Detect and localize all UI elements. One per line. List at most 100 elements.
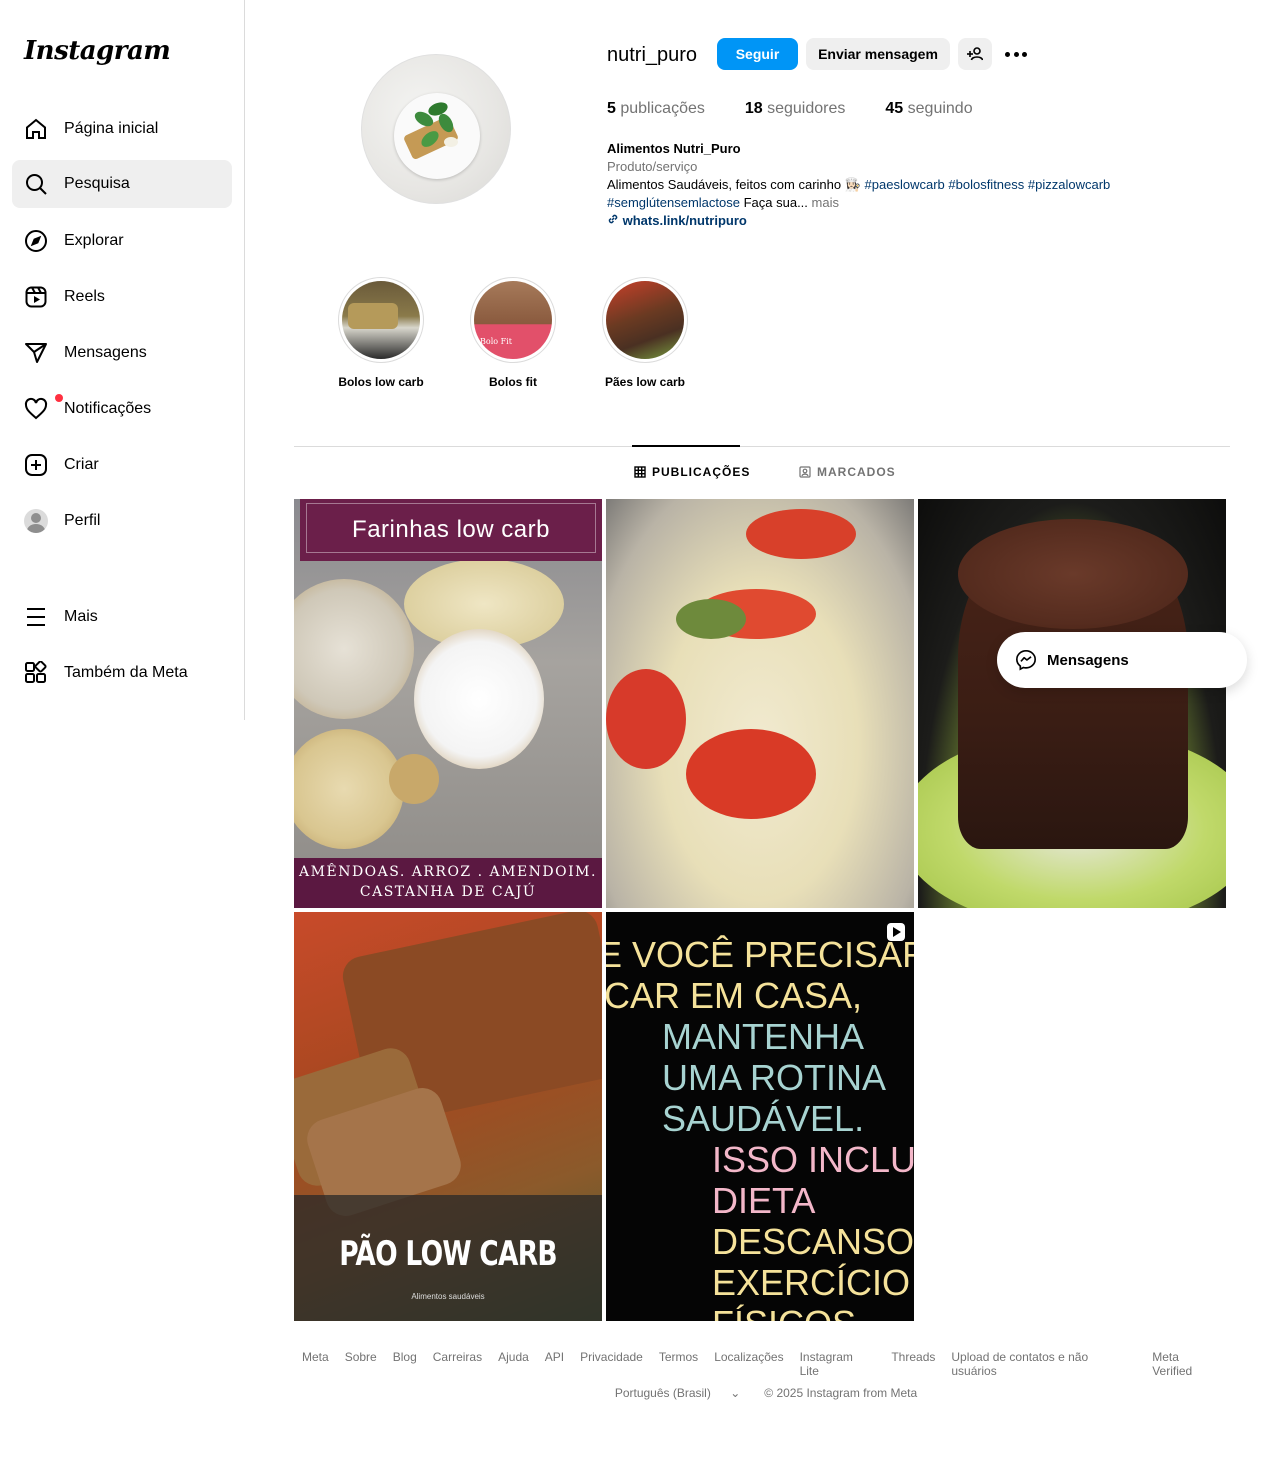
- plus-square-icon: [25, 454, 47, 476]
- sidebar-item-more[interactable]: Mais: [12, 593, 232, 641]
- sidebar-item-label: Perfil: [64, 512, 101, 529]
- sidebar-item-reels[interactable]: Reels: [12, 273, 232, 321]
- tomato-slice: [606, 669, 686, 769]
- messenger-icon: [1016, 650, 1036, 671]
- footer-link[interactable]: Privacidade: [580, 1350, 643, 1378]
- hashtag-link[interactable]: #paeslowcarb: [865, 177, 945, 192]
- add-user-icon: [967, 47, 983, 61]
- followers-stat[interactable]: 18 seguidores: [745, 100, 846, 118]
- grid-icon: [634, 466, 646, 478]
- reel-text-line: UMA ROTINA: [662, 1057, 887, 1098]
- footer-link[interactable]: Threads: [891, 1350, 935, 1378]
- highlight-bolos-fit[interactable]: Bolo Fit Bolos fit: [470, 277, 556, 389]
- sidebar-item-search[interactable]: Pesquisa: [12, 160, 232, 208]
- highlight-label: Pães low carb: [604, 375, 686, 389]
- post-thumbnail-4[interactable]: PÃO LOW CARB Alimentos saudáveis: [294, 912, 602, 1321]
- post-title: PÃO LOW CARB: [339, 1234, 557, 1274]
- bio-category: Produto/serviço: [607, 159, 698, 174]
- search-icon: [26, 174, 47, 195]
- tab-tagged[interactable]: MARCADOS: [799, 465, 896, 479]
- highlight-cover-image: [606, 281, 684, 359]
- post-thumbnail-3[interactable]: [918, 499, 1226, 908]
- footer-link[interactable]: Ajuda: [498, 1350, 529, 1378]
- egg-shape: [444, 137, 458, 147]
- reel-text-line: DESCANSO: [712, 1221, 914, 1262]
- post-banner-title: Farinhas low carb: [300, 499, 602, 561]
- tomato-slice: [746, 509, 856, 559]
- sidebar-item-messages[interactable]: Mensagens: [12, 329, 232, 377]
- bio-external-link[interactable]: whats.link/nutripuro: [607, 212, 1167, 230]
- sidebar-item-notifications[interactable]: Notificações: [12, 385, 232, 433]
- footer-link[interactable]: Instagram Lite: [800, 1350, 876, 1378]
- chevron-down-icon: ⌄: [730, 1386, 741, 1400]
- suggest-user-button[interactable]: [958, 38, 992, 70]
- footer-link[interactable]: Meta: [302, 1350, 329, 1378]
- reel-text-line: DIETA: [712, 1180, 816, 1221]
- tab-posts[interactable]: PUBLICAÇÕES: [634, 465, 750, 479]
- footer-link[interactable]: Termos: [659, 1350, 698, 1378]
- spoon-shape: [414, 629, 544, 769]
- footer-link[interactable]: Meta Verified: [1152, 1350, 1222, 1378]
- link-icon: [608, 214, 618, 224]
- filling-shape: [676, 599, 746, 639]
- hashtag-link[interactable]: #pizzalowcarb: [1028, 177, 1110, 192]
- reel-text-line: E VOCÊ PRECISAR: [606, 934, 914, 975]
- post-thumbnail-5[interactable]: E VOCÊ PRECISAR CAR EM CASA, MANTENHA UM…: [606, 912, 914, 1321]
- instagram-logo[interactable]: Instagram: [24, 36, 171, 66]
- hashtag-link[interactable]: #bolosfitness: [948, 177, 1024, 192]
- copyright-text: © 2025 Instagram from Meta: [764, 1386, 918, 1400]
- tagged-icon: [799, 466, 811, 478]
- reel-text-line: SAUDÁVEL.: [662, 1098, 865, 1139]
- footer-link[interactable]: Blog: [393, 1350, 417, 1378]
- grain-shape: [389, 754, 439, 804]
- footer-link[interactable]: Localizações: [714, 1350, 783, 1378]
- meta-apps-icon: [25, 661, 47, 683]
- highlight-paes-low-carb[interactable]: Pães low carb: [602, 277, 688, 389]
- reel-text-line: FÍSICOS: [712, 1303, 856, 1321]
- sidebar-item-home[interactable]: Página inicial: [12, 105, 232, 153]
- reel-indicator-icon: [887, 923, 905, 941]
- sidebar-item-create[interactable]: Criar: [12, 441, 232, 489]
- follow-button[interactable]: Seguir: [717, 38, 798, 70]
- following-stat[interactable]: 45 seguindo: [885, 100, 972, 118]
- notification-dot: [55, 394, 63, 402]
- more-options-icon[interactable]: [1005, 44, 1027, 64]
- footer-links: Meta Sobre Blog Carreiras Ajuda API Priv…: [294, 1350, 1230, 1378]
- heart-icon: [24, 397, 48, 420]
- sidebar-item-label: Pesquisa: [64, 175, 130, 192]
- footer-link[interactable]: Carreiras: [433, 1350, 482, 1378]
- sidebar-item-explore[interactable]: Explorar: [12, 217, 232, 265]
- sidebar-item-label: Notificações: [64, 400, 152, 417]
- post-thumbnail-1[interactable]: Farinhas low carb AMÊNDOAS. ARROZ . AMEN…: [294, 499, 602, 908]
- send-message-button[interactable]: Enviar mensagem: [806, 38, 950, 70]
- highlight-cover-image: [342, 281, 420, 359]
- active-tab-indicator: [632, 445, 740, 447]
- highlight-label: Bolos fit: [489, 375, 537, 389]
- footer-link[interactable]: API: [545, 1350, 564, 1378]
- footer-bottom: Português (Brasil) ⌄ © 2025 Instagram fr…: [294, 1386, 1230, 1400]
- home-icon: [26, 118, 46, 139]
- avatar: [24, 509, 48, 533]
- sidebar-item-label: Mais: [64, 608, 98, 625]
- reel-text-line: EXERCÍCIO: [712, 1262, 911, 1303]
- bio-more-link[interactable]: mais: [812, 195, 839, 210]
- menu-icon: [27, 608, 45, 626]
- reel-text-line: MANTENHA: [662, 1016, 865, 1057]
- hashtag-link[interactable]: #semglútensemlactose: [607, 195, 740, 210]
- highlight-bolos-low-carb[interactable]: Bolos low carb: [338, 277, 424, 389]
- sidebar-item-label: Página inicial: [64, 120, 159, 137]
- spoon-shape: [294, 579, 414, 719]
- post-thumbnail-2[interactable]: [606, 499, 914, 908]
- language-selector[interactable]: Português (Brasil) ⌄: [607, 1386, 748, 1400]
- sidebar-item-label: Mensagens: [64, 344, 147, 361]
- profile-stats: 5 publicações 18 seguidores 45 seguindo: [607, 100, 1013, 118]
- floating-messages-button[interactable]: Mensagens: [997, 632, 1247, 688]
- footer-link[interactable]: Sobre: [345, 1350, 377, 1378]
- profile-picture[interactable]: [361, 54, 511, 204]
- sidebar-item-profile[interactable]: Perfil: [12, 497, 232, 545]
- spoon-shape: [294, 729, 404, 849]
- tabs-divider: [294, 446, 1230, 447]
- footer-link[interactable]: Upload de contatos e não usuários: [951, 1350, 1136, 1378]
- reel-text-line: ISSO INCLU: [712, 1139, 914, 1180]
- sidebar-item-also-from-meta[interactable]: Também da Meta: [12, 649, 232, 697]
